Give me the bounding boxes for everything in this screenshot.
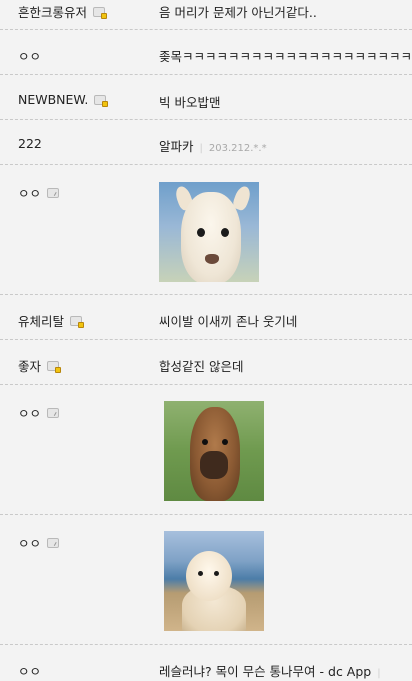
member-badge-icon bbox=[70, 315, 85, 328]
comment-row: 흔한크롱유저 음 머리가 문제가 아닌거같다.. bbox=[0, 0, 412, 30]
separator: | bbox=[377, 668, 381, 679]
comment-author[interactable]: ㅇㅇ bbox=[18, 533, 60, 552]
author-name[interactable]: ㅇㅇ bbox=[18, 183, 41, 202]
comment-row: ㅇㅇ bbox=[0, 385, 412, 515]
comment-list: 흔한크롱유저 음 머리가 문제가 아닌거같다.. ㅇㅇ 좆목ㅋㅋㅋㅋㅋㅋㅋㅋㅋㅋ… bbox=[0, 0, 412, 681]
comment-author[interactable]: ㅇㅇ bbox=[18, 661, 41, 680]
comment-text: 알파카 bbox=[159, 139, 194, 154]
alpaca-image[interactable] bbox=[164, 531, 264, 631]
comment-author[interactable]: ㅇㅇ bbox=[18, 183, 60, 202]
comment-author[interactable]: 222 bbox=[18, 136, 42, 151]
comment-text: 레슬러냐? 목이 무슨 통나무여 - dc App bbox=[159, 664, 372, 679]
comment-text-with-sep: 레슬러냐? 목이 무슨 통나무여 - dc App | bbox=[159, 661, 387, 680]
comment-text: 합성같진 않은데 bbox=[159, 359, 244, 374]
guest-badge-icon bbox=[47, 187, 60, 198]
comment-text: 음 머리가 문제가 아닌거같다.. bbox=[159, 5, 317, 20]
member-badge-icon bbox=[93, 6, 108, 19]
comment-text-with-meta: 알파카 | 203.212.*.* bbox=[159, 136, 267, 155]
author-name[interactable]: ㅇㅇ bbox=[18, 661, 41, 680]
comment-author[interactable]: ㅇㅇ bbox=[18, 403, 60, 422]
comment-text: 씨이발 이새끼 존나 웃기네 bbox=[159, 314, 298, 329]
member-badge-icon bbox=[47, 360, 62, 373]
author-name[interactable]: ㅇㅇ bbox=[18, 533, 41, 552]
comment-author[interactable]: 유체리탈 bbox=[18, 311, 85, 330]
comment-row: 222 알파카 | 203.212.*.* bbox=[0, 120, 412, 165]
comment-author[interactable]: 좋자 bbox=[18, 356, 62, 375]
comment-author[interactable]: 흔한크롱유저 bbox=[18, 2, 108, 21]
author-name[interactable]: ㅇㅇ bbox=[18, 46, 41, 65]
comment-text: 빅 바오밥맨 bbox=[159, 95, 221, 110]
author-name[interactable]: NEWBNEW. bbox=[18, 92, 88, 107]
ip-address: 203.212.*.* bbox=[208, 143, 267, 154]
alpaca-image[interactable] bbox=[159, 182, 259, 282]
comment-author[interactable]: NEWBNEW. bbox=[18, 92, 109, 107]
guest-badge-icon bbox=[47, 537, 60, 548]
comment-row: ㅇㅇ bbox=[0, 165, 412, 295]
comment-text: 좆목ㅋㅋㅋㅋㅋㅋㅋㅋㅋㅋㅋㅋㅋㅋㅋㅋㅋㅋㅋㅋㅋ bbox=[159, 49, 412, 64]
alpaca-image[interactable] bbox=[164, 401, 264, 501]
separator: | bbox=[199, 143, 203, 154]
comment-row: ㅇㅇ bbox=[0, 515, 412, 645]
author-name[interactable]: 222 bbox=[18, 136, 42, 151]
member-badge-icon bbox=[94, 94, 109, 107]
author-name[interactable]: ㅇㅇ bbox=[18, 403, 41, 422]
comment-author[interactable]: ㅇㅇ bbox=[18, 46, 41, 65]
comment-row: ㅇㅇ 좆목ㅋㅋㅋㅋㅋㅋㅋㅋㅋㅋㅋㅋㅋㅋㅋㅋㅋㅋㅋㅋㅋ bbox=[0, 30, 412, 75]
comment-row: 유체리탈 씨이발 이새끼 존나 웃기네 bbox=[0, 295, 412, 340]
comment-row: 좋자 합성같진 않은데 bbox=[0, 340, 412, 385]
comment-row: NEWBNEW. 빅 바오밥맨 bbox=[0, 75, 412, 120]
author-name[interactable]: 유체리탈 bbox=[18, 311, 64, 330]
author-name[interactable]: 좋자 bbox=[18, 356, 41, 375]
author-name[interactable]: 흔한크롱유저 bbox=[18, 2, 87, 21]
comment-row: ㅇㅇ 레슬러냐? 목이 무슨 통나무여 - dc App | bbox=[0, 645, 412, 681]
guest-badge-icon bbox=[47, 407, 60, 418]
